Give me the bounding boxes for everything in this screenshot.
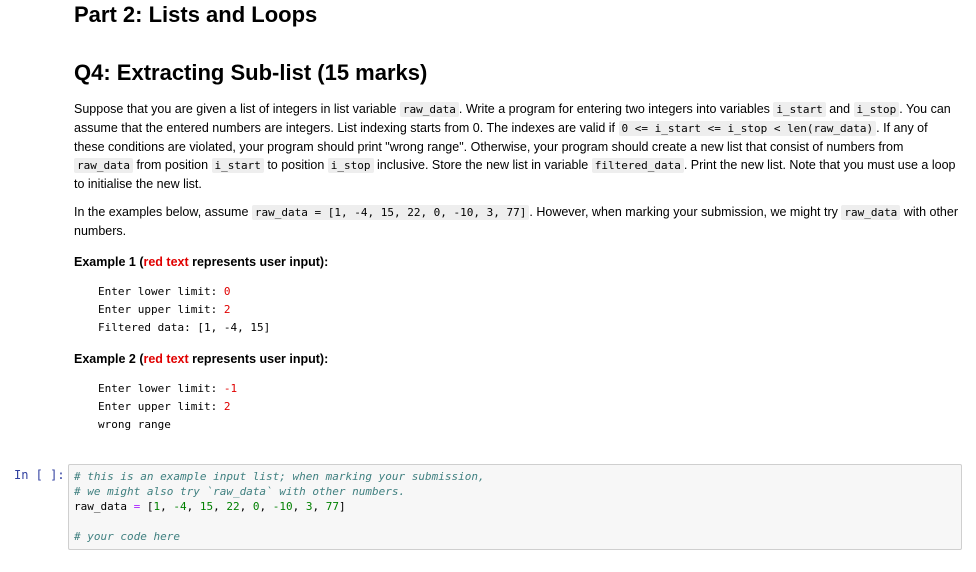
inline-code: i_stop — [327, 158, 374, 173]
inline-code: raw_data = [1, -4, 15, 22, 0, -10, 3, 77… — [251, 205, 530, 220]
code-comment: # this is an example input list; when ma… — [74, 470, 485, 483]
output-line: Filtered data: [1, -4, 15] — [98, 321, 271, 334]
examples-intro-paragraph: In the examples below, assume raw_data =… — [74, 205, 958, 238]
inline-code: i_stop — [853, 102, 900, 117]
inline-code: filtered_data — [591, 158, 684, 173]
inline-code: raw_data — [399, 102, 459, 117]
example-2-heading: Example 2 (red text represents user inpu… — [74, 352, 329, 366]
code-area[interactable]: # this is an example input list; when ma… — [74, 469, 485, 544]
inline-code: raw_data — [74, 158, 133, 173]
inline-code: i_start — [773, 102, 826, 117]
inline-code: raw_data — [841, 205, 901, 220]
code-cell-editor[interactable]: # this is an example input list; when ma… — [68, 464, 962, 550]
inline-code: i_start — [211, 158, 264, 173]
question-title: Q4: Extracting Sub-list (15 marks) — [74, 60, 428, 85]
output-line: Enter lower limit: -1 — [98, 382, 238, 395]
output-line: wrong range — [98, 418, 171, 431]
output-line: Enter upper limit: 2 — [98, 303, 231, 316]
code-comment: # your code here — [74, 530, 180, 543]
example-1-output: Enter lower limit: 0 Enter upper limit: … — [98, 283, 270, 337]
example-1-heading: Example 1 (red text represents user inpu… — [74, 255, 329, 269]
output-line: Enter upper limit: 2 — [98, 400, 231, 413]
cell-prompt: In [ ]: — [14, 468, 65, 482]
part-title: Part 2: Lists and Loops — [74, 2, 318, 27]
code-line: raw_data = [1, -4, 15, 22, 0, -10, 3, 77… — [74, 500, 346, 513]
instructions-paragraph: Suppose that you are given a list of int… — [74, 102, 956, 191]
inline-code: 0 <= i_start <= i_stop < len(raw_data) — [618, 121, 877, 136]
example-2-output: Enter lower limit: -1 Enter upper limit:… — [98, 380, 237, 434]
code-comment: # we might also try `raw_data` with othe… — [74, 485, 406, 498]
output-line: Enter lower limit: 0 — [98, 285, 231, 298]
